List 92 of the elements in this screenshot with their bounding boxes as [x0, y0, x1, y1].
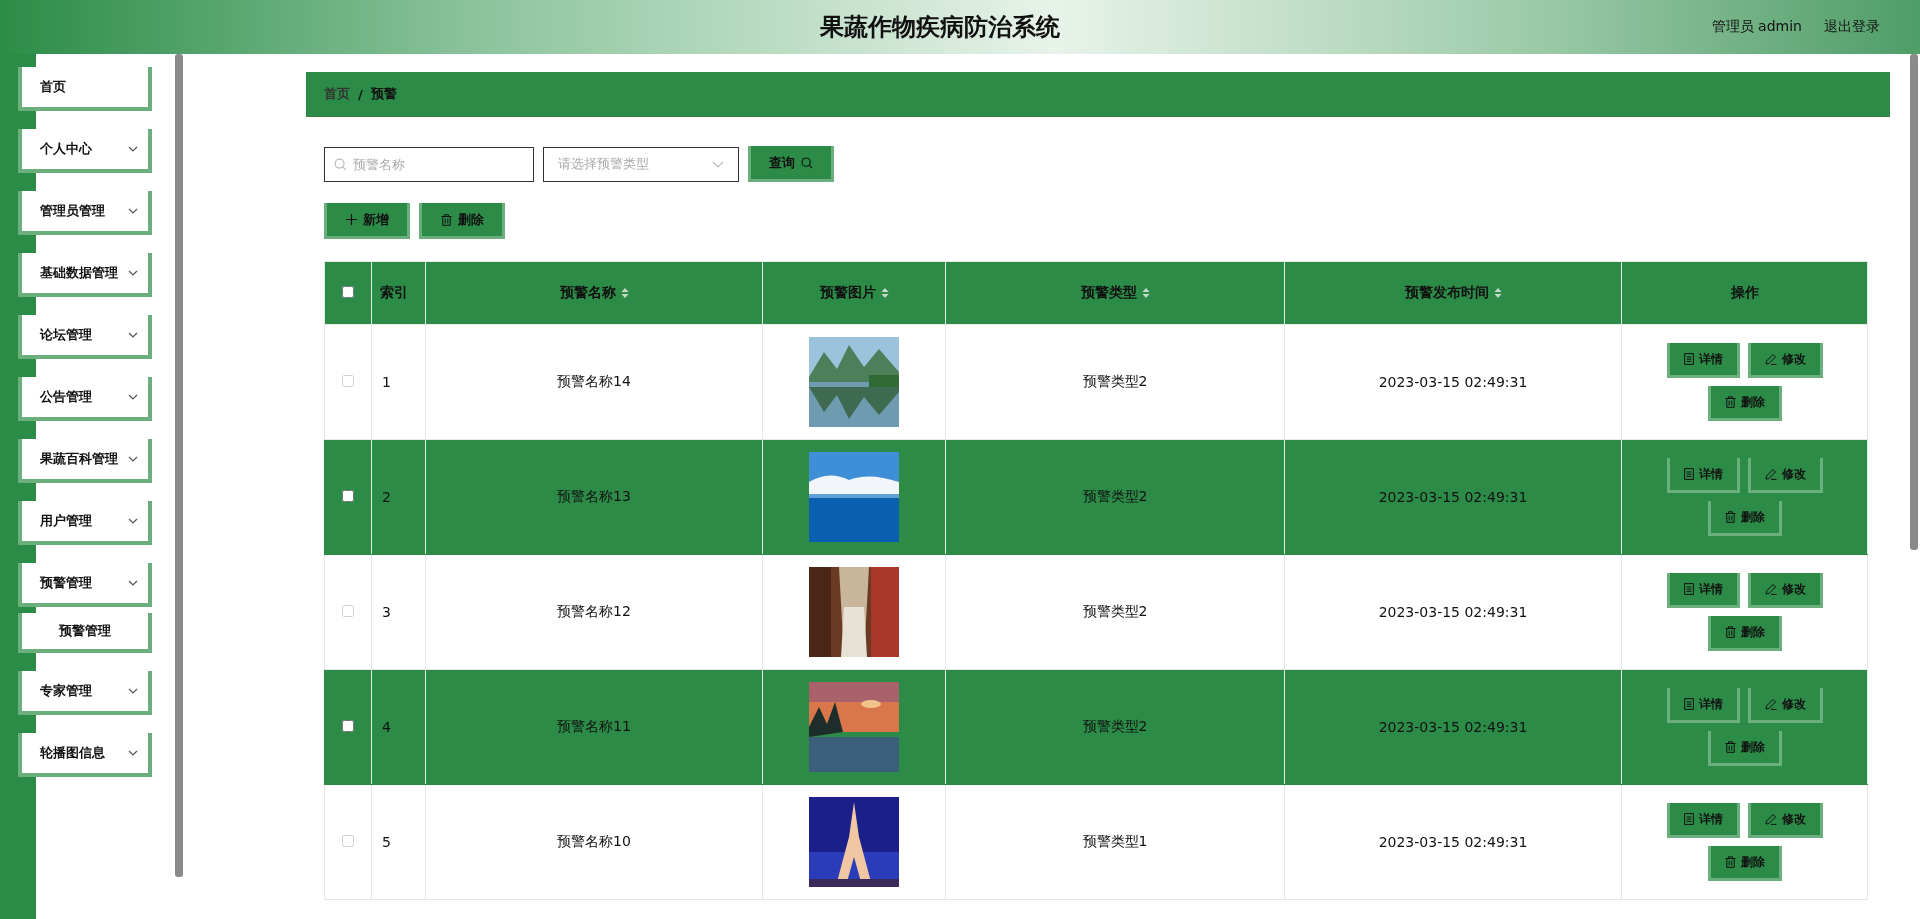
add-button[interactable]: 新增 — [324, 203, 410, 239]
column-header[interactable]: 预警图片 — [762, 261, 946, 325]
table-cell: 预警名称11 — [425, 669, 763, 785]
column-header: 索引 — [371, 261, 426, 325]
delete-button[interactable]: 删除 — [1707, 386, 1782, 421]
row-checkbox[interactable] — [342, 490, 354, 502]
row-checkbox[interactable] — [342, 835, 354, 847]
menu-item[interactable]: 果蔬百科管理 — [18, 439, 152, 483]
table-cell: 预警类型1 — [945, 784, 1285, 900]
column-header[interactable]: 预警类型 — [945, 261, 1285, 325]
table-cell: 预警名称13 — [425, 439, 763, 555]
delete-button[interactable]: 删除 — [1707, 616, 1782, 651]
menu-item[interactable]: 轮播图信息 — [18, 733, 152, 777]
details-button[interactable]: 详情 — [1666, 803, 1740, 838]
pencil-icon — [1764, 583, 1777, 595]
chevron-icon — [712, 160, 724, 168]
menu-item[interactable]: 公告管理 — [18, 377, 152, 421]
plus-icon — [345, 214, 357, 225]
delete-button[interactable]: 删除 — [1707, 731, 1782, 766]
pencil-icon — [1764, 698, 1777, 710]
table-cell: 预警类型2 — [945, 439, 1285, 555]
menu-item[interactable]: 预警管理 — [18, 563, 152, 607]
menu-item[interactable]: 首页 — [18, 67, 152, 111]
table-cell: 2023-03-15 02:49:31 — [1284, 669, 1622, 785]
table-cell: 2023-03-15 02:49:31 — [1284, 784, 1622, 900]
document-icon — [1683, 813, 1694, 825]
delete-button[interactable]: 删除 — [1707, 501, 1782, 536]
type-select[interactable]: 请选择预警类型 — [543, 146, 739, 182]
table-cell: 预警类型2 — [945, 324, 1285, 440]
trash-icon — [1724, 741, 1736, 753]
breadcrumb-link[interactable]: 预警 — [370, 85, 397, 103]
column-header[interactable]: 预警名称 — [425, 261, 763, 325]
menu-item[interactable]: 基础数据管理 — [18, 253, 152, 297]
row-checkbox[interactable] — [342, 720, 354, 732]
table-cell: 3 — [371, 554, 426, 670]
trash-icon — [1724, 396, 1736, 408]
details-button[interactable]: 详情 — [1666, 688, 1740, 723]
search-icon — [801, 156, 813, 169]
details-button[interactable]: 详情 — [1666, 343, 1740, 378]
table-cell: 1 — [371, 324, 426, 440]
pencil-icon — [1764, 468, 1777, 480]
breadcrumb-link[interactable]: 首页 — [324, 85, 350, 103]
row-checkbox[interactable] — [342, 605, 354, 617]
menu-item[interactable]: 专家管理 — [18, 671, 152, 715]
table-cell: 5 — [371, 784, 426, 900]
table-cell: 预警类型2 — [945, 669, 1285, 785]
submenu-item[interactable]: 预警管理 — [18, 613, 152, 653]
query-button[interactable]: 查询 — [748, 146, 834, 182]
edit-button[interactable]: 修改 — [1747, 458, 1823, 493]
pencil-icon — [1764, 813, 1777, 825]
trash-icon — [1724, 511, 1736, 523]
table-cell: 预警名称10 — [425, 784, 763, 900]
table-cell: 2 — [371, 439, 426, 555]
user-label: 管理员 admin — [1711, 18, 1802, 36]
document-icon — [1683, 698, 1694, 710]
edit-button[interactable]: 修改 — [1747, 573, 1823, 608]
column-header[interactable]: 预警发布时间 — [1284, 261, 1622, 325]
pencil-icon — [1764, 353, 1777, 365]
document-icon — [1683, 468, 1694, 480]
app-title: 果蔬作物疾病防治系统 — [820, 12, 1060, 43]
table-cell: 2023-03-15 02:49:31 — [1284, 439, 1622, 555]
scrollbar[interactable] — [1910, 54, 1918, 550]
edit-button[interactable]: 修改 — [1747, 803, 1823, 838]
logout-link[interactable]: 退出登录 — [1824, 18, 1880, 36]
table-cell: 预警名称14 — [425, 324, 763, 440]
delete-button[interactable]: 删除 — [1707, 846, 1782, 881]
table-cell: 预警类型2 — [945, 554, 1285, 670]
edit-button[interactable]: 修改 — [1747, 343, 1823, 378]
details-button[interactable]: 详情 — [1666, 458, 1740, 493]
menu-item[interactable]: 论坛管理 — [18, 315, 152, 359]
menu-item[interactable]: 个人中心 — [18, 129, 152, 173]
delete-button[interactable]: 删除 — [419, 203, 505, 239]
document-icon — [1683, 583, 1694, 595]
details-button[interactable]: 详情 — [1666, 573, 1740, 608]
search-field[interactable]: 预警名称 — [324, 146, 534, 182]
edit-button[interactable]: 修改 — [1747, 688, 1823, 723]
table-cell: 2023-03-15 02:49:31 — [1284, 554, 1622, 670]
trash-icon — [1724, 856, 1736, 868]
table-cell: 预警名称12 — [425, 554, 763, 670]
trash-icon — [1724, 626, 1736, 638]
scrollbar[interactable] — [175, 54, 183, 877]
table-cell: 4 — [371, 669, 426, 785]
breadcrumb-separator: / — [358, 86, 363, 102]
trash-icon — [440, 213, 452, 226]
select-all-checkbox[interactable] — [342, 286, 354, 298]
search-icon — [334, 157, 347, 171]
menu-item[interactable]: 管理员管理 — [18, 191, 152, 235]
table-cell: 2023-03-15 02:49:31 — [1284, 324, 1622, 440]
column-header: 操作 — [1621, 261, 1868, 325]
row-checkbox[interactable] — [342, 375, 354, 387]
document-icon — [1683, 353, 1694, 365]
menu-item[interactable]: 用户管理 — [18, 501, 152, 545]
